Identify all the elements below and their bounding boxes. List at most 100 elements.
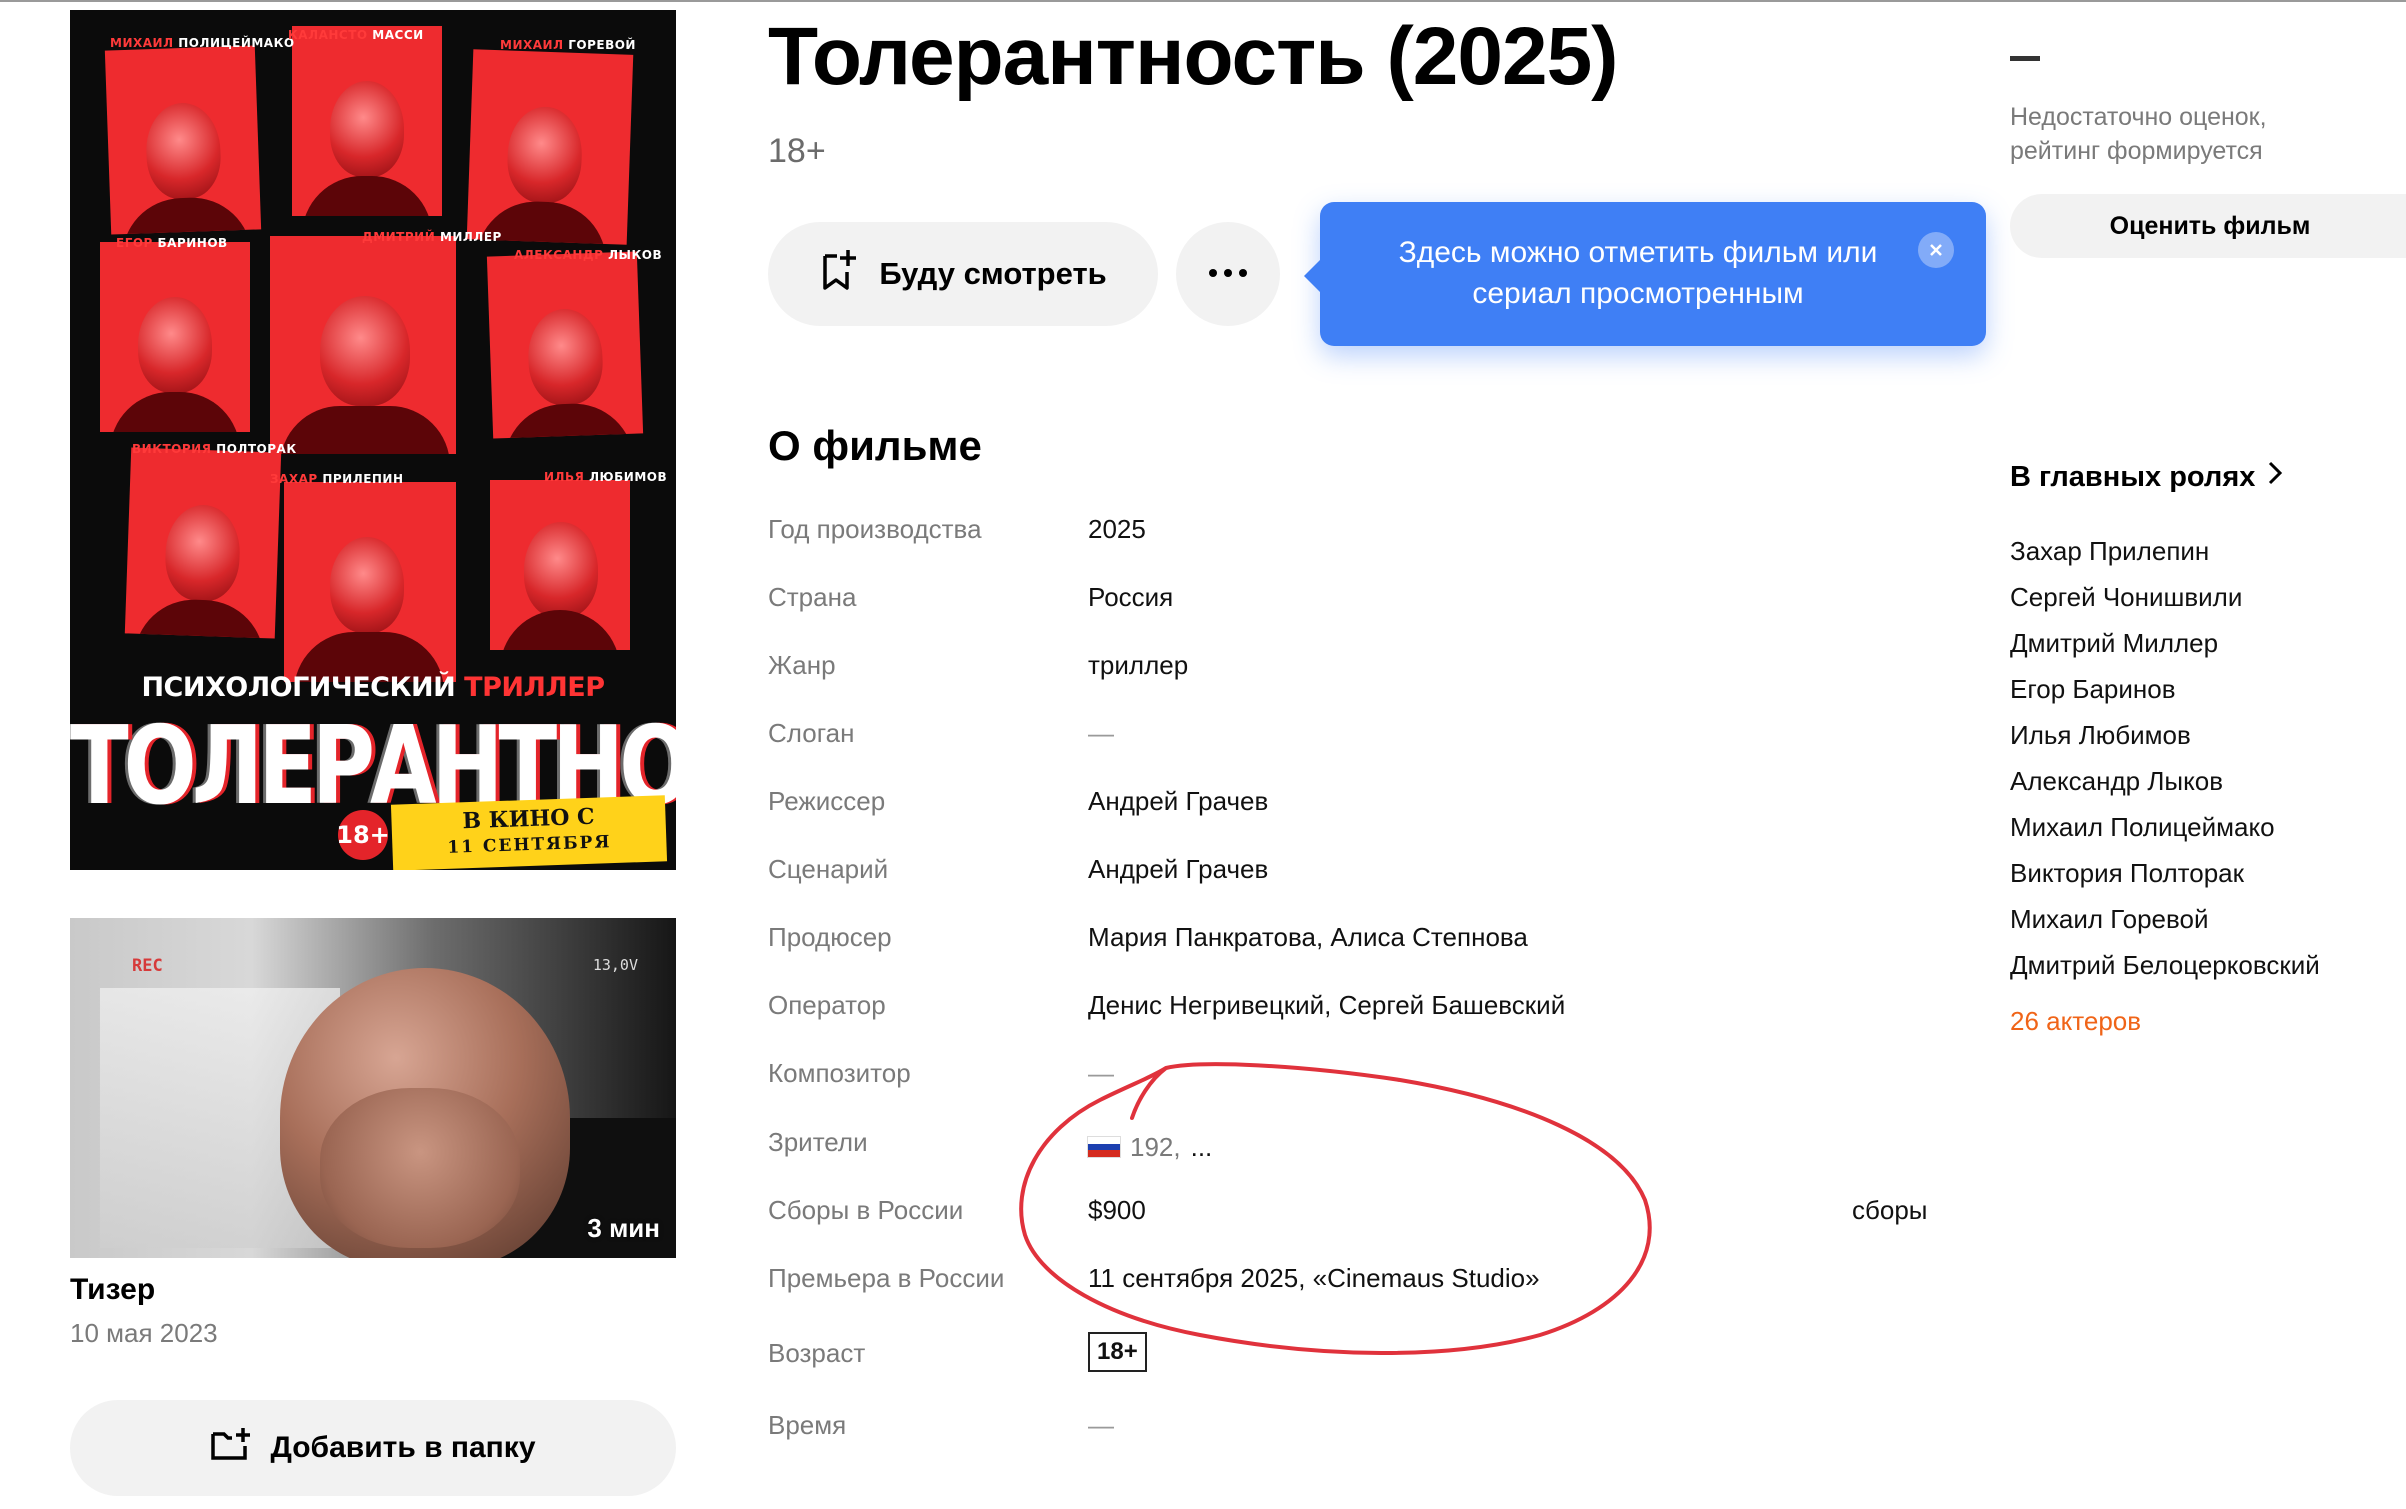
poster-cast-photo xyxy=(104,45,262,235)
info-value: 18+ xyxy=(1088,1332,1147,1372)
info-row-operator: Оператор Денис Негривецкий, Сергей Башев… xyxy=(768,990,1565,1030)
poster-release-banner: В КИНО С 11 СЕНТЯБРЯ xyxy=(390,795,668,870)
info-value[interactable]: 11 сентября 2025, «Cinemaus Studio» xyxy=(1088,1263,1540,1303)
cast-list: Захар Прилепин Сергей Чонишвили Дмитрий … xyxy=(2010,528,2320,988)
info-label: Премьера в России xyxy=(768,1263,1005,1293)
video-title[interactable]: Тизер xyxy=(70,1273,155,1307)
tooltip-text: Здесь можно отметить фильм или сериал пр… xyxy=(1398,236,1878,310)
poster-cast-photo xyxy=(292,26,442,216)
poster-cast-photo xyxy=(124,447,282,639)
info-row-box-office: Сборы в России $900 xyxy=(768,1195,1146,1235)
poster-cast-name: МИХАИЛ ПОЛИЦЕЙМАКО xyxy=(110,36,295,50)
info-value: $900 xyxy=(1088,1195,1146,1225)
viewers-count: 192, xyxy=(1130,1131,1181,1162)
info-row-producer: Продюсер Мария Панкратова, Алиса Степнов… xyxy=(768,922,1528,962)
poster-cast-name: АЛЕКСАНДР ЛЫКОВ xyxy=(514,248,663,262)
page-title: Толерантность (2025) xyxy=(768,11,1618,102)
movie-poster[interactable]: МИХАИЛ ПОЛИЦЕЙМАКО КАЛАНСТО МАССИ МИХАИЛ… xyxy=(70,10,676,870)
cast-list-item[interactable]: Дмитрий Белоцерковский xyxy=(2010,942,2320,988)
cast-list-item[interactable]: Дмитрий Миллер xyxy=(2010,620,2320,666)
info-value[interactable]: триллер xyxy=(1088,650,1188,690)
info-label: Оператор xyxy=(768,990,886,1020)
cast-heading[interactable]: В главных ролях xyxy=(2010,460,2283,494)
poster-age-badge: 18+ xyxy=(336,810,390,860)
info-row-director: Режиссер Андрей Грачев xyxy=(768,786,1268,826)
video-date: 10 мая 2023 xyxy=(70,1318,218,1348)
add-to-folder-button[interactable]: Добавить в папку xyxy=(70,1400,676,1496)
info-value[interactable]: Андрей Грачев xyxy=(1088,854,1268,894)
cast-list-item[interactable]: Захар Прилепин xyxy=(2010,528,2320,574)
age-rating: 18+ xyxy=(768,132,826,170)
top-divider xyxy=(0,0,2406,2)
info-row-premiere: Премьера в России 11 сентября 2025, «Cin… xyxy=(768,1263,1540,1303)
add-folder-icon xyxy=(210,1426,254,1470)
cast-heading-label: В главных ролях xyxy=(2010,460,2256,493)
info-value[interactable]: Денис Негривецкий, Сергей Башевский xyxy=(1088,990,1565,1030)
more-actions-button[interactable] xyxy=(1176,222,1280,326)
poster-cast-photo xyxy=(284,482,456,682)
video-rec-overlay: REC xyxy=(132,956,163,976)
more-dots-icon xyxy=(1208,265,1248,283)
info-value[interactable]: Россия xyxy=(1088,582,1173,622)
cast-list-item[interactable]: Виктория Полторак xyxy=(2010,850,2320,896)
info-label: Страна xyxy=(768,582,857,612)
cast-list-item[interactable]: Александр Лыков xyxy=(2010,758,2320,804)
cast-list-item[interactable]: Михаил Горевой xyxy=(2010,896,2320,942)
info-label: Сборы в России xyxy=(768,1195,964,1225)
info-value: — xyxy=(1088,1410,1114,1440)
poster-cast-name: ВИКТОРИЯ ПОЛТОРАК xyxy=(132,442,297,456)
age-badge: 18+ xyxy=(1088,1332,1147,1372)
chevron-right-icon xyxy=(2267,460,2283,494)
info-label: Время xyxy=(768,1410,847,1440)
watch-later-button[interactable]: Буду смотреть xyxy=(768,222,1158,326)
info-value[interactable]: 192, ... xyxy=(1088,1127,1212,1167)
info-row-viewers: Зрители 192, ... xyxy=(768,1127,1212,1167)
poster-cast-name: МИХАИЛ ГОРЕВОЙ xyxy=(500,38,636,52)
rate-film-button[interactable]: Оценить фильм xyxy=(2010,194,2406,258)
info-value[interactable]: Мария Панкратова, Алиса Степнова xyxy=(1088,922,1528,962)
video-voltage-overlay: 13,0V xyxy=(592,956,638,974)
info-label: Слоган xyxy=(768,718,855,748)
info-row-country: Страна Россия xyxy=(768,582,1173,622)
poster-cast-photo xyxy=(466,49,634,245)
info-row-duration: Время — xyxy=(768,1410,1114,1450)
cast-list-item[interactable]: Егор Баринов xyxy=(2010,666,2320,712)
info-value[interactable]: Андрей Грачев xyxy=(1088,786,1268,826)
close-icon[interactable] xyxy=(1918,232,1954,268)
info-value[interactable]: 2025 xyxy=(1088,514,1146,554)
info-row-age: Возраст 18+ xyxy=(768,1332,1147,1372)
info-label: Зрители xyxy=(768,1127,868,1157)
video-duration: 3 мин xyxy=(587,1213,660,1243)
cast-list-item[interactable]: Сергей Чонишвили xyxy=(2010,574,2320,620)
info-row-composer: Композитор — xyxy=(768,1058,1114,1098)
poster-cast-photo xyxy=(486,251,644,439)
info-value: — xyxy=(1088,718,1114,748)
poster-cast-name: ЗАХАР ПРИЛЕПИН xyxy=(270,472,404,486)
cast-list-item[interactable]: Михаил Полицеймако xyxy=(2010,804,2320,850)
poster-genre: ПСИХОЛОГИЧЕСКИЙ ТРИЛЛЕР xyxy=(141,672,605,703)
teaser-video-thumbnail[interactable]: REC 13,0V 3 мин xyxy=(70,918,676,1258)
info-label: Продюсер xyxy=(768,922,892,952)
info-row-year: Год производства 2025 xyxy=(768,514,1146,554)
box-office-link[interactable]: сборы xyxy=(1852,1195,1928,1226)
poster-cast-photo xyxy=(100,242,250,432)
info-label: Жанр xyxy=(768,650,836,680)
video-figure-hand xyxy=(320,1088,520,1248)
bookmark-plus-icon xyxy=(819,248,857,300)
info-label: Сценарий xyxy=(768,854,889,884)
info-label: Режиссер xyxy=(768,786,886,816)
about-heading: О фильме xyxy=(768,422,982,469)
rating-note-line: Недостаточно оценок, xyxy=(2010,103,2267,131)
add-to-folder-label: Добавить в папку xyxy=(270,1431,536,1464)
cast-list-item[interactable]: Илья Любимов xyxy=(2010,712,2320,758)
watched-hint-tooltip: Здесь можно отметить фильм или сериал пр… xyxy=(1304,202,1986,346)
info-label: Композитор xyxy=(768,1058,911,1088)
poster-cast-photo xyxy=(490,480,630,650)
info-value: — xyxy=(1088,1058,1114,1088)
info-row-genre: Жанр триллер xyxy=(768,650,1188,690)
poster-cast-photo xyxy=(270,236,456,454)
viewers-more[interactable]: ... xyxy=(1191,1132,1213,1163)
all-actors-link[interactable]: 26 актеров xyxy=(2010,1006,2141,1037)
watch-later-label: Буду смотреть xyxy=(879,256,1107,291)
info-label: Возраст xyxy=(768,1338,866,1368)
